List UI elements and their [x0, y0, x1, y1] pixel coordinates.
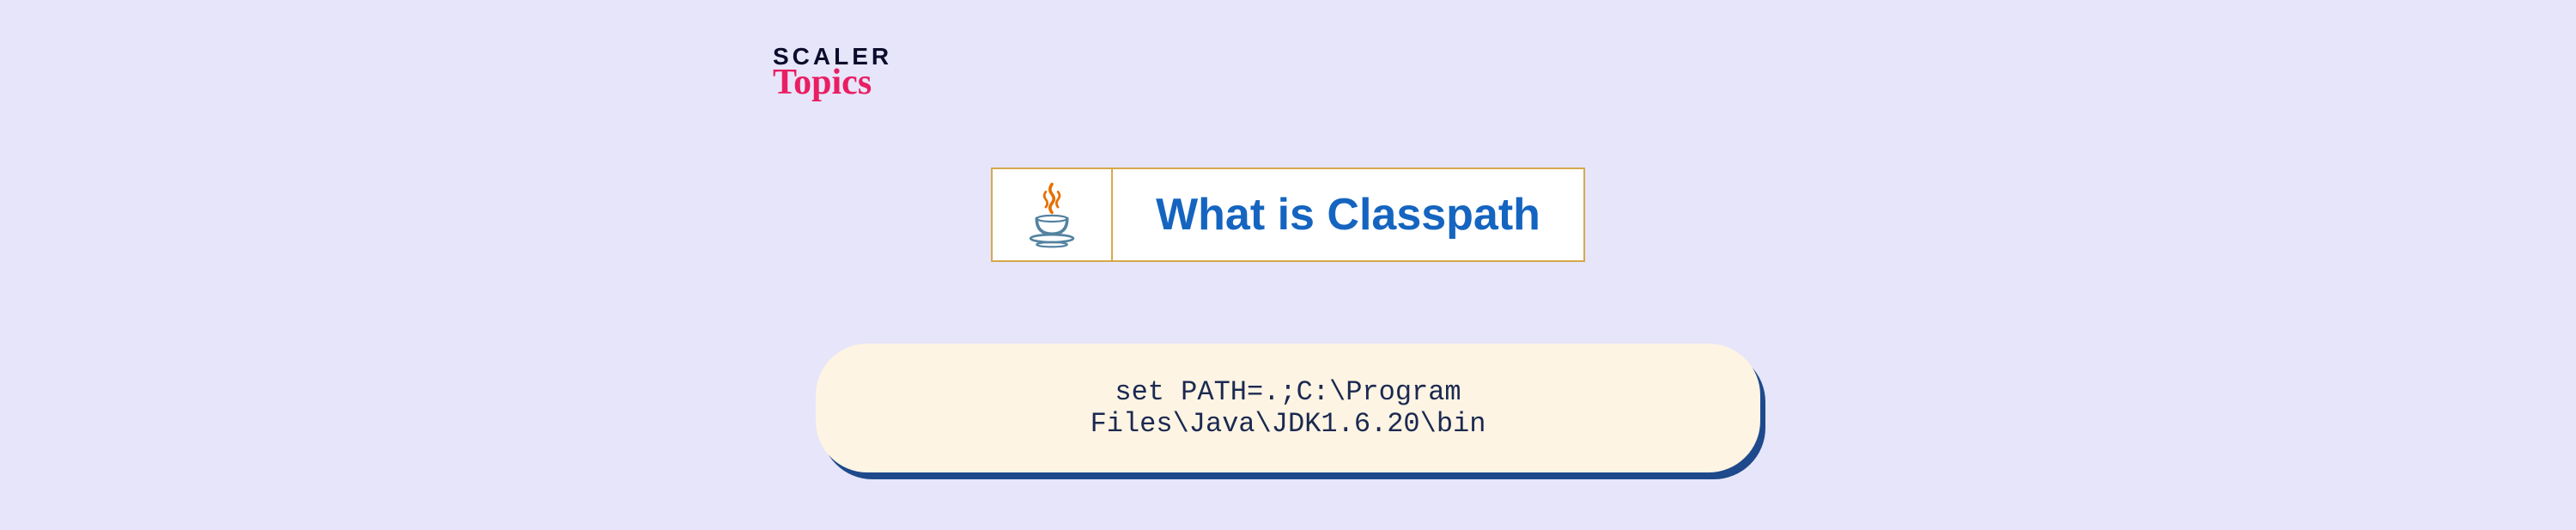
title-box: What is Classpath [991, 168, 1585, 262]
code-content: set PATH=.;C:\Program Files\Java\JDK1.6.… [1091, 376, 1486, 440]
java-icon-cell [993, 169, 1113, 260]
java-logo-icon [1022, 180, 1082, 249]
title-text-cell: What is Classpath [1113, 169, 1583, 260]
code-box: set PATH=.;C:\Program Files\Java\JDK1.6.… [816, 344, 1760, 472]
scaler-topics-logo: SCALER Topics [773, 43, 892, 103]
page-title: What is Classpath [1156, 189, 1540, 241]
